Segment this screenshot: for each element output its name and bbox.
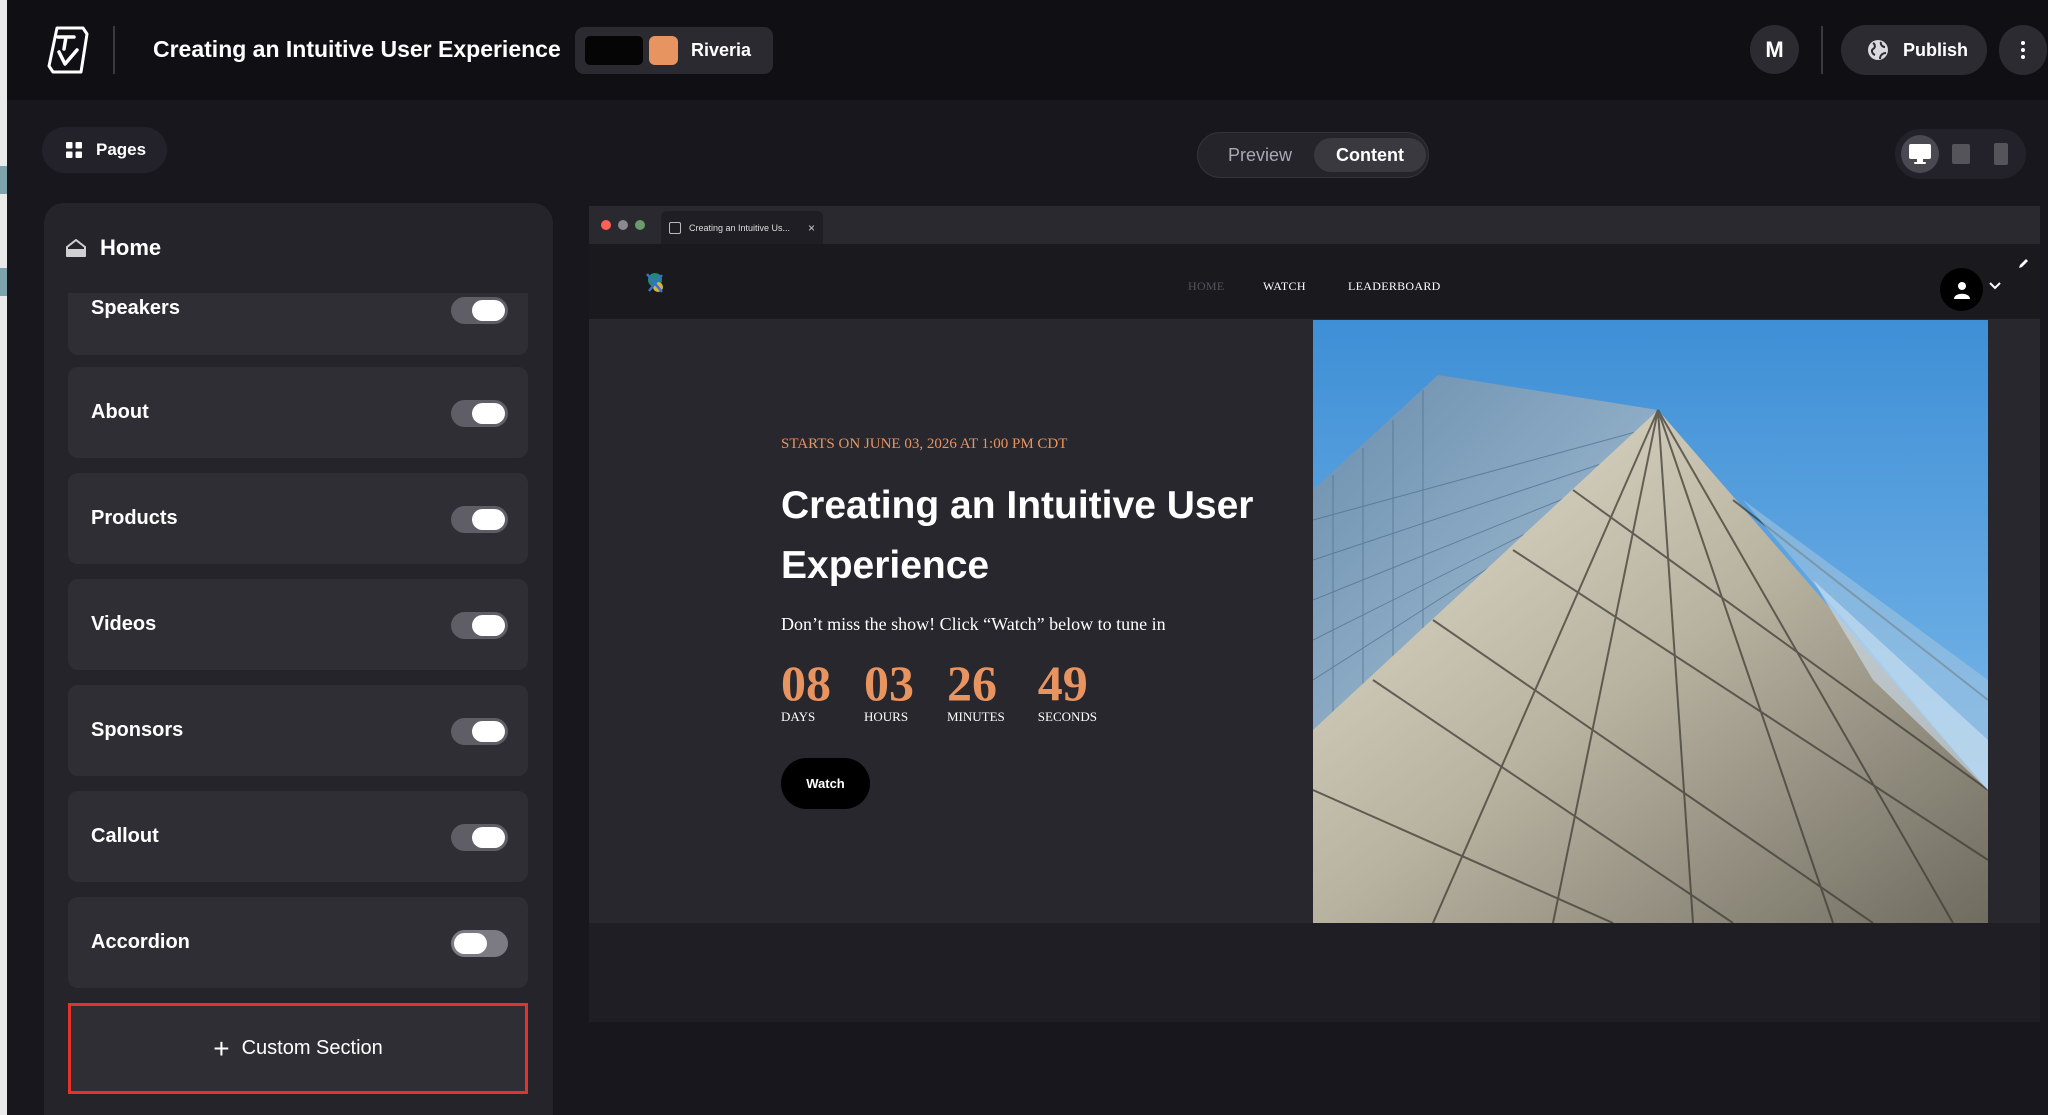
tablet-icon bbox=[1952, 144, 1970, 164]
close-dot-icon bbox=[601, 220, 611, 230]
section-toggle-sponsors[interactable] bbox=[451, 718, 508, 745]
tablet-view-button[interactable] bbox=[1942, 135, 1980, 173]
edge-marker bbox=[0, 166, 7, 194]
countdown-timer: 08 DAYS 03 HOURS 26 MINUTES 49 SECONDS bbox=[781, 655, 1130, 725]
site-user-icon bbox=[1940, 268, 1983, 311]
document-title[interactable]: Creating an Intuitive User Experience bbox=[153, 36, 561, 63]
section-label: Callout bbox=[91, 825, 159, 847]
section-label: Sponsors bbox=[91, 719, 184, 741]
edit-pencil-icon[interactable] bbox=[2017, 258, 2029, 270]
section-toggle-videos[interactable] bbox=[451, 612, 508, 639]
section-label: Accordion bbox=[91, 931, 190, 953]
edge-marker bbox=[0, 268, 7, 296]
section-card-about[interactable]: About bbox=[68, 367, 528, 458]
window-edge bbox=[0, 0, 7, 1115]
section-card-speakers[interactable]: Speakers bbox=[68, 293, 528, 355]
publish-button[interactable]: Publish bbox=[1841, 25, 1987, 75]
section-toggle-products[interactable] bbox=[451, 506, 508, 533]
section-toggle-speakers[interactable] bbox=[451, 297, 508, 324]
home-icon bbox=[66, 239, 86, 257]
mobile-view-button[interactable] bbox=[1982, 135, 2020, 173]
section-card-products[interactable]: Products bbox=[68, 473, 528, 564]
site-preview: Creating an Intuitive Us... × HOME WATCH… bbox=[589, 206, 2040, 1022]
countdown-minutes: 26 MINUTES bbox=[947, 655, 1005, 724]
app-header: Creating an Intuitive User Experience Ri… bbox=[7, 0, 2048, 100]
hero-building-image bbox=[1313, 320, 1988, 923]
page-heading[interactable]: Home bbox=[66, 235, 161, 261]
plus-icon: + bbox=[213, 1032, 230, 1064]
pages-button[interactable]: Pages bbox=[42, 127, 167, 173]
favicon-icon bbox=[669, 221, 681, 234]
more-options-button[interactable] bbox=[1999, 25, 2047, 75]
header-divider bbox=[113, 26, 115, 74]
header-divider bbox=[1821, 26, 1823, 74]
countdown-days: 08 DAYS bbox=[781, 655, 831, 724]
event-start-date: STARTS ON JUNE 03, 2026 AT 1:00 PM CDT bbox=[781, 436, 1068, 452]
browser-tab: Creating an Intuitive Us... × bbox=[661, 211, 823, 244]
section-card-accordion[interactable]: Accordion bbox=[68, 897, 528, 988]
chevron-down-icon bbox=[1989, 282, 2001, 290]
vertical-dots-icon bbox=[2021, 41, 2025, 59]
mobile-icon bbox=[1994, 143, 2008, 165]
section-card-callout[interactable]: Callout bbox=[68, 791, 528, 882]
section-label: About bbox=[91, 401, 149, 423]
hero-section[interactable]: STARTS ON JUNE 03, 2026 AT 1:00 PM CDT C… bbox=[589, 320, 2040, 923]
watch-button[interactable]: Watch bbox=[781, 758, 870, 809]
globe-icon bbox=[1868, 40, 1888, 60]
desktop-icon bbox=[1909, 144, 1931, 164]
site-logo-icon bbox=[646, 273, 663, 293]
nav-watch: WATCH bbox=[1263, 279, 1306, 293]
custom-section-label: Custom Section bbox=[241, 1037, 383, 1059]
section-card-sponsors[interactable]: Sponsors bbox=[68, 685, 528, 776]
site-navbar: HOME WATCH LEADERBOARD bbox=[589, 244, 2040, 320]
section-toggle-callout[interactable] bbox=[451, 824, 508, 851]
desktop-view-button[interactable] bbox=[1901, 135, 1939, 173]
add-custom-section-button[interactable]: + Custom Section bbox=[68, 1003, 528, 1094]
content-tab[interactable]: Content bbox=[1314, 138, 1426, 172]
maximize-dot-icon bbox=[635, 220, 645, 230]
theme-swatch-primary bbox=[585, 36, 643, 65]
grid-icon bbox=[66, 142, 82, 158]
hero-subtitle: Don’t miss the show! Click “Watch” below… bbox=[781, 614, 1166, 634]
publish-label: Publish bbox=[1903, 39, 1969, 60]
sections-panel: Home Speakers About Products Videos Spon… bbox=[44, 203, 553, 1115]
section-toggle-accordion[interactable] bbox=[451, 930, 508, 957]
section-label: Videos bbox=[91, 613, 157, 635]
preview-tab[interactable]: Preview bbox=[1206, 138, 1314, 172]
section-card-videos[interactable]: Videos bbox=[68, 579, 528, 670]
hero-title: Creating an Intuitive User Experience bbox=[781, 484, 1254, 587]
browser-chrome: Creating an Intuitive Us... × bbox=[589, 206, 2040, 244]
countdown-hours: 03 HOURS bbox=[864, 655, 914, 724]
theme-name: Riveria bbox=[691, 40, 752, 60]
nav-home: HOME bbox=[1188, 279, 1225, 293]
pages-label: Pages bbox=[96, 140, 147, 159]
theme-swatch-accent bbox=[649, 36, 678, 65]
tab-close-icon: × bbox=[807, 220, 815, 235]
theme-selector[interactable]: Riveria bbox=[575, 27, 773, 74]
view-mode-toggle: Preview Content bbox=[1197, 132, 1429, 178]
nav-leaderboard: LEADERBOARD bbox=[1348, 279, 1441, 293]
page-name: Home bbox=[100, 235, 162, 260]
section-toggle-about[interactable] bbox=[451, 400, 508, 427]
section-label: Products bbox=[91, 507, 178, 529]
user-avatar[interactable]: M bbox=[1750, 25, 1799, 74]
minimize-dot-icon bbox=[618, 220, 628, 230]
device-switcher bbox=[1895, 129, 2026, 179]
app-logo[interactable] bbox=[43, 24, 95, 76]
tab-title: Creating an Intuitive Us... bbox=[689, 222, 791, 233]
section-label: Speakers bbox=[91, 297, 180, 319]
countdown-seconds: 49 SECONDS bbox=[1037, 655, 1098, 724]
